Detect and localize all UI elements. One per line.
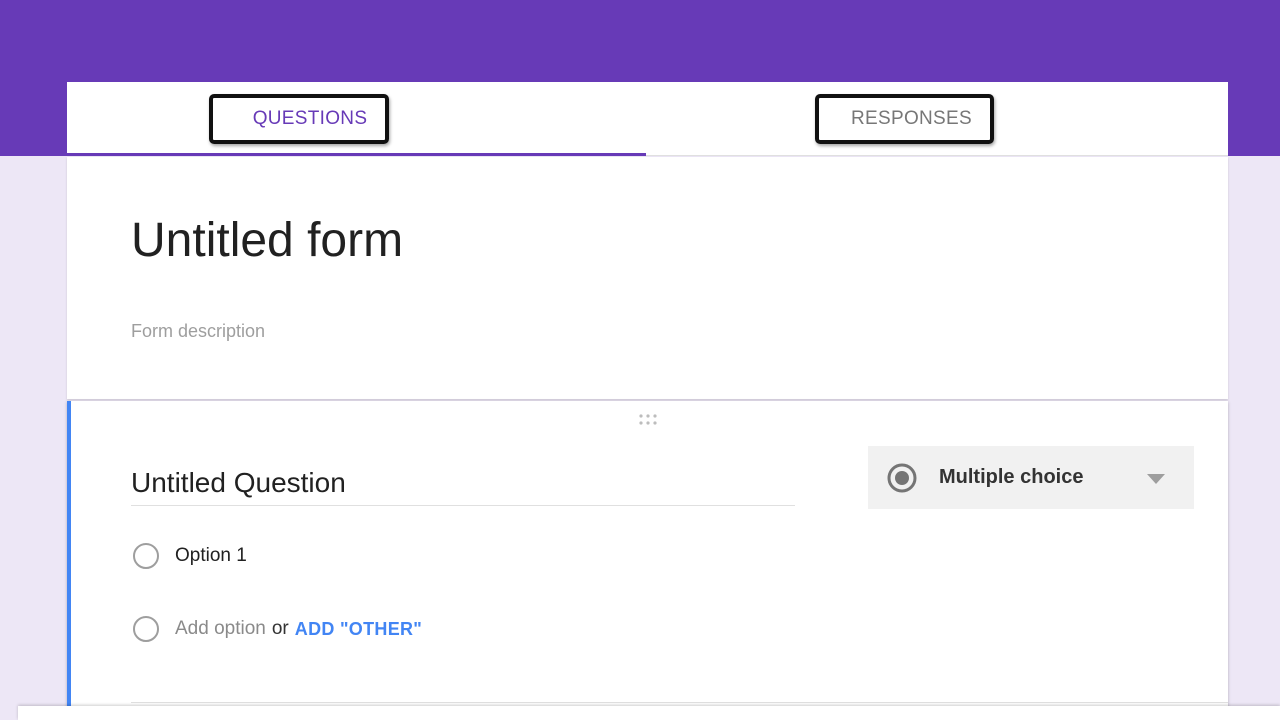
drag-handle-icon[interactable] <box>637 413 661 427</box>
form-description-field[interactable]: Form description <box>131 321 265 342</box>
form-header-card: Untitled form Form description <box>67 157 1228 399</box>
radio-circle-icon <box>133 616 159 642</box>
tab-bar: QUESTIONS RESPONSES <box>67 82 1228 156</box>
active-tab-indicator <box>67 153 646 156</box>
dropdown-arrow-icon <box>1147 474 1165 484</box>
add-other-link[interactable]: ADD "OTHER" <box>295 619 422 640</box>
bottom-toolbar-edge <box>18 706 1280 720</box>
option-row: Option 1 <box>133 539 247 573</box>
form-title[interactable]: Untitled form <box>131 213 403 268</box>
question-card[interactable]: Untitled Question Multiple choice Option… <box>67 401 1228 720</box>
tab-responses-label: RESPONSES <box>815 94 994 144</box>
tab-responses[interactable]: RESPONSES <box>646 82 1228 156</box>
radio-circle-icon <box>133 543 159 569</box>
option-label[interactable]: Option 1 <box>175 545 247 567</box>
add-option-row: Add option or ADD "OTHER" <box>133 612 422 646</box>
tab-questions-label: QUESTIONS <box>208 94 390 144</box>
or-separator: or <box>271 618 289 639</box>
question-type-dropdown[interactable]: Multiple choice <box>868 446 1194 509</box>
divider <box>131 702 1228 703</box>
question-type-label: Multiple choice <box>939 466 1084 488</box>
radio-button-icon <box>887 463 917 493</box>
add-option-button[interactable]: Add option <box>175 618 266 640</box>
question-title-input[interactable]: Untitled Question <box>131 467 795 506</box>
tab-questions[interactable]: QUESTIONS <box>67 82 646 156</box>
